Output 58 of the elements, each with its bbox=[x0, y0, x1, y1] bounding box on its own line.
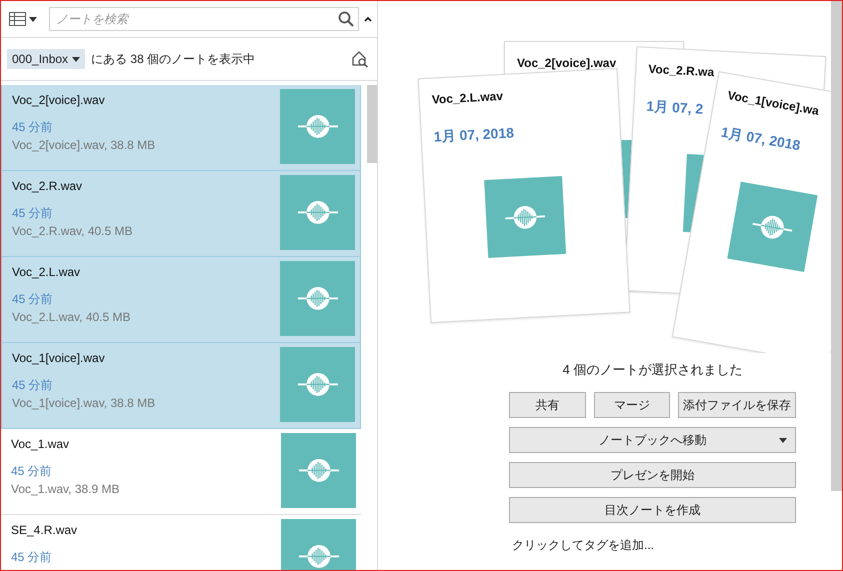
note-count-text: にある 38 個のノートを表示中 bbox=[91, 50, 256, 68]
action-button[interactable]: 共有 bbox=[509, 392, 586, 418]
caret-icon bbox=[363, 15, 373, 23]
note-detail: Voc_1[voice].wav, 38.8 MB bbox=[12, 396, 156, 410]
note-detail: Voc_2[voice].wav, 38.8 MB bbox=[12, 138, 156, 152]
note-title: Voc_2.R.wav bbox=[12, 179, 84, 193]
waveform-icon bbox=[504, 204, 546, 230]
note-time: 45 分前 bbox=[12, 377, 54, 394]
note-time: 45 分前 bbox=[12, 205, 54, 222]
list-view-icon bbox=[9, 12, 26, 26]
search-field[interactable]: ノートを検索 bbox=[49, 7, 359, 31]
note-list-item[interactable]: Voc_2.L.wav 45 分前 Voc_2.L.wav, 40.5 MB bbox=[1, 257, 361, 343]
waveform-icon bbox=[298, 200, 338, 225]
view-options-button[interactable] bbox=[7, 10, 39, 28]
scrollbar-thumb[interactable] bbox=[831, 1, 842, 491]
note-list-item[interactable]: Voc_1.wav 45 分前 Voc_1.wav, 38.9 MB bbox=[1, 429, 361, 515]
caret-icon bbox=[29, 16, 37, 22]
note-time: 45 分前 bbox=[12, 291, 54, 308]
search-notebook-button[interactable] bbox=[351, 50, 369, 68]
card-date: 1月 07, 2 bbox=[646, 98, 705, 119]
selection-count-text: 4 個のノートが選択されました bbox=[562, 361, 744, 379]
caret-icon bbox=[779, 438, 787, 443]
caret-icon bbox=[72, 56, 80, 62]
action-button[interactable]: プレゼンを開始 bbox=[509, 462, 796, 488]
note-time: 45 分前 bbox=[11, 549, 53, 566]
notebook-dropdown[interactable]: 000_Inbox bbox=[7, 49, 86, 69]
note-time: 45 分前 bbox=[12, 119, 54, 136]
collapse-button[interactable] bbox=[363, 15, 373, 23]
card-title: Voc_2.L.wav bbox=[432, 88, 504, 107]
action-button[interactable]: マージ bbox=[594, 392, 670, 418]
note-title: Voc_1[voice].wav bbox=[12, 351, 106, 365]
card-title: Voc_2.R.wa bbox=[648, 62, 716, 82]
waveform-icon bbox=[298, 458, 338, 483]
waveform-icon bbox=[298, 372, 338, 397]
waveform-icon bbox=[298, 114, 338, 139]
waveform-icon bbox=[298, 544, 338, 569]
note-time: 45 分前 bbox=[11, 463, 53, 480]
card-date: 1月 07, 2018 bbox=[719, 124, 803, 156]
note-detail: Voc_2.L.wav, 40.5 MB bbox=[12, 310, 131, 324]
note-detail: Voc_2.R.wav, 40.5 MB bbox=[12, 224, 133, 238]
tag-input-field[interactable]: クリックしてタグを追加... bbox=[509, 532, 712, 552]
action-button[interactable]: 目次ノートを作成 bbox=[509, 497, 796, 523]
house-search-icon bbox=[351, 50, 369, 68]
scrollbar-thumb[interactable] bbox=[367, 85, 377, 163]
move-notebook-dropdown[interactable]: ノートブックへ移動 bbox=[509, 427, 796, 453]
note-list-item[interactable]: Voc_1[voice].wav 45 分前 Voc_1[voice].wav, 38.8 MB bbox=[1, 343, 361, 429]
waveform-icon bbox=[298, 286, 338, 311]
note-title: Voc_1.wav bbox=[11, 437, 70, 451]
note-title: Voc_2.L.wav bbox=[12, 265, 82, 279]
card-date: 1月 07, 2018 bbox=[433, 123, 516, 147]
note-list-item[interactable]: Voc_2[voice].wav 45 分前 Voc_2[voice].wav, 38.8 MB bbox=[1, 85, 361, 171]
note-title: Voc_2[voice].wav bbox=[12, 93, 106, 107]
note-list-item[interactable]: Voc_2.R.wav 45 分前 Voc_2.R.wav, 40.5 MB bbox=[1, 171, 361, 257]
note-title: SE_4.R.wav bbox=[11, 523, 78, 537]
search-icon bbox=[338, 11, 354, 27]
action-button[interactable]: 添付ファイルを保存 bbox=[678, 392, 796, 418]
note-list-item[interactable]: SE_4.R.wav 45 分前 bbox=[1, 515, 361, 570]
note-detail: Voc_1.wav, 38.9 MB bbox=[11, 482, 120, 496]
